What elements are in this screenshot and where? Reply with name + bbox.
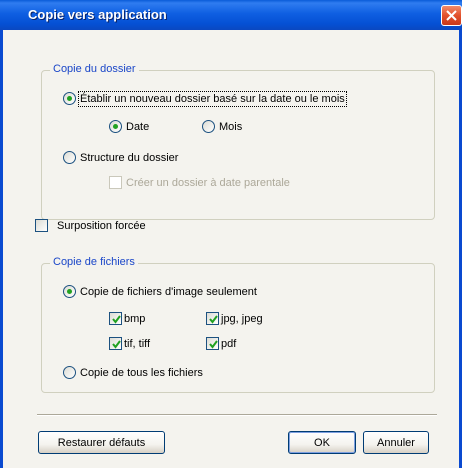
checkbox-tif-label[interactable]: tif, tiff — [124, 338, 150, 350]
checkbox-pdf[interactable]: pdf — [206, 337, 236, 350]
radio-all-files-label[interactable]: Copie de tous les fichiers — [80, 367, 203, 379]
checkbox-bmp[interactable]: bmp — [109, 312, 145, 325]
checkbox-force-overwrite[interactable]: Surposition forcée — [35, 219, 146, 232]
checkmark-icon — [112, 315, 121, 324]
checkmark-icon — [209, 340, 218, 349]
checkbox-pdf-box[interactable] — [206, 337, 219, 350]
checkmark-icon — [209, 315, 218, 324]
checkbox-tif[interactable]: tif, tiff — [109, 337, 150, 350]
folder-copy-legend: Copie du dossier — [50, 63, 139, 75]
radio-new-folder-label[interactable]: Établir un nouveau dossier basé sur la d… — [78, 90, 347, 107]
radio-images-only-dot[interactable] — [63, 285, 76, 298]
radio-structure[interactable]: Structure du dossier — [63, 151, 178, 164]
file-copy-legend: Copie de fichiers — [50, 256, 138, 268]
radio-all-files-dot[interactable] — [63, 366, 76, 379]
radio-images-only-label[interactable]: Copie de fichiers d'image seulement — [80, 286, 257, 298]
checkbox-parent-date[interactable]: Créer un dossier à date parentale — [109, 176, 290, 189]
checkmark-icon — [112, 340, 121, 349]
checkbox-pdf-label[interactable]: pdf — [221, 338, 236, 350]
title-bar[interactable]: Copie vers application — [0, 0, 462, 30]
radio-month[interactable]: Mois — [202, 120, 242, 133]
checkbox-force-overwrite-label[interactable]: Surposition forcée — [57, 220, 146, 232]
checkbox-bmp-box[interactable] — [109, 312, 122, 325]
button-separator — [37, 414, 437, 416]
radio-month-label[interactable]: Mois — [219, 121, 242, 133]
checkbox-force-overwrite-box[interactable] — [35, 219, 48, 232]
checkbox-tif-box[interactable] — [109, 337, 122, 350]
close-button[interactable] — [441, 5, 462, 26]
radio-all-files[interactable]: Copie de tous les fichiers — [63, 366, 203, 379]
checkbox-jpg-box[interactable] — [206, 312, 219, 325]
window-title: Copie vers application — [28, 7, 167, 22]
ok-button[interactable]: OK — [288, 431, 356, 454]
checkbox-jpg[interactable]: jpg, jpeg — [206, 312, 263, 325]
cancel-button[interactable]: Annuler — [363, 431, 429, 454]
checkbox-parent-date-label: Créer un dossier à date parentale — [126, 176, 290, 189]
checkbox-jpg-label[interactable]: jpg, jpeg — [221, 313, 263, 325]
dialog-client-area: Copie du dossier Établir un nouveau doss… — [3, 30, 459, 468]
dialog-window: Copie vers application Copie du dossier … — [0, 0, 462, 468]
restore-defaults-button[interactable]: Restaurer défauts — [38, 431, 165, 454]
checkbox-parent-date-box[interactable] — [109, 176, 122, 189]
radio-new-folder-dot[interactable] — [63, 92, 76, 105]
radio-date[interactable]: Date — [109, 120, 149, 133]
radio-date-dot[interactable] — [109, 120, 122, 133]
checkbox-bmp-label[interactable]: bmp — [124, 313, 145, 325]
radio-date-label[interactable]: Date — [126, 121, 149, 133]
radio-month-dot[interactable] — [202, 120, 215, 133]
radio-images-only[interactable]: Copie de fichiers d'image seulement — [63, 285, 257, 298]
radio-new-folder[interactable]: Établir un nouveau dossier basé sur la d… — [63, 90, 347, 107]
radio-structure-label[interactable]: Structure du dossier — [80, 152, 178, 164]
radio-structure-dot[interactable] — [63, 151, 76, 164]
